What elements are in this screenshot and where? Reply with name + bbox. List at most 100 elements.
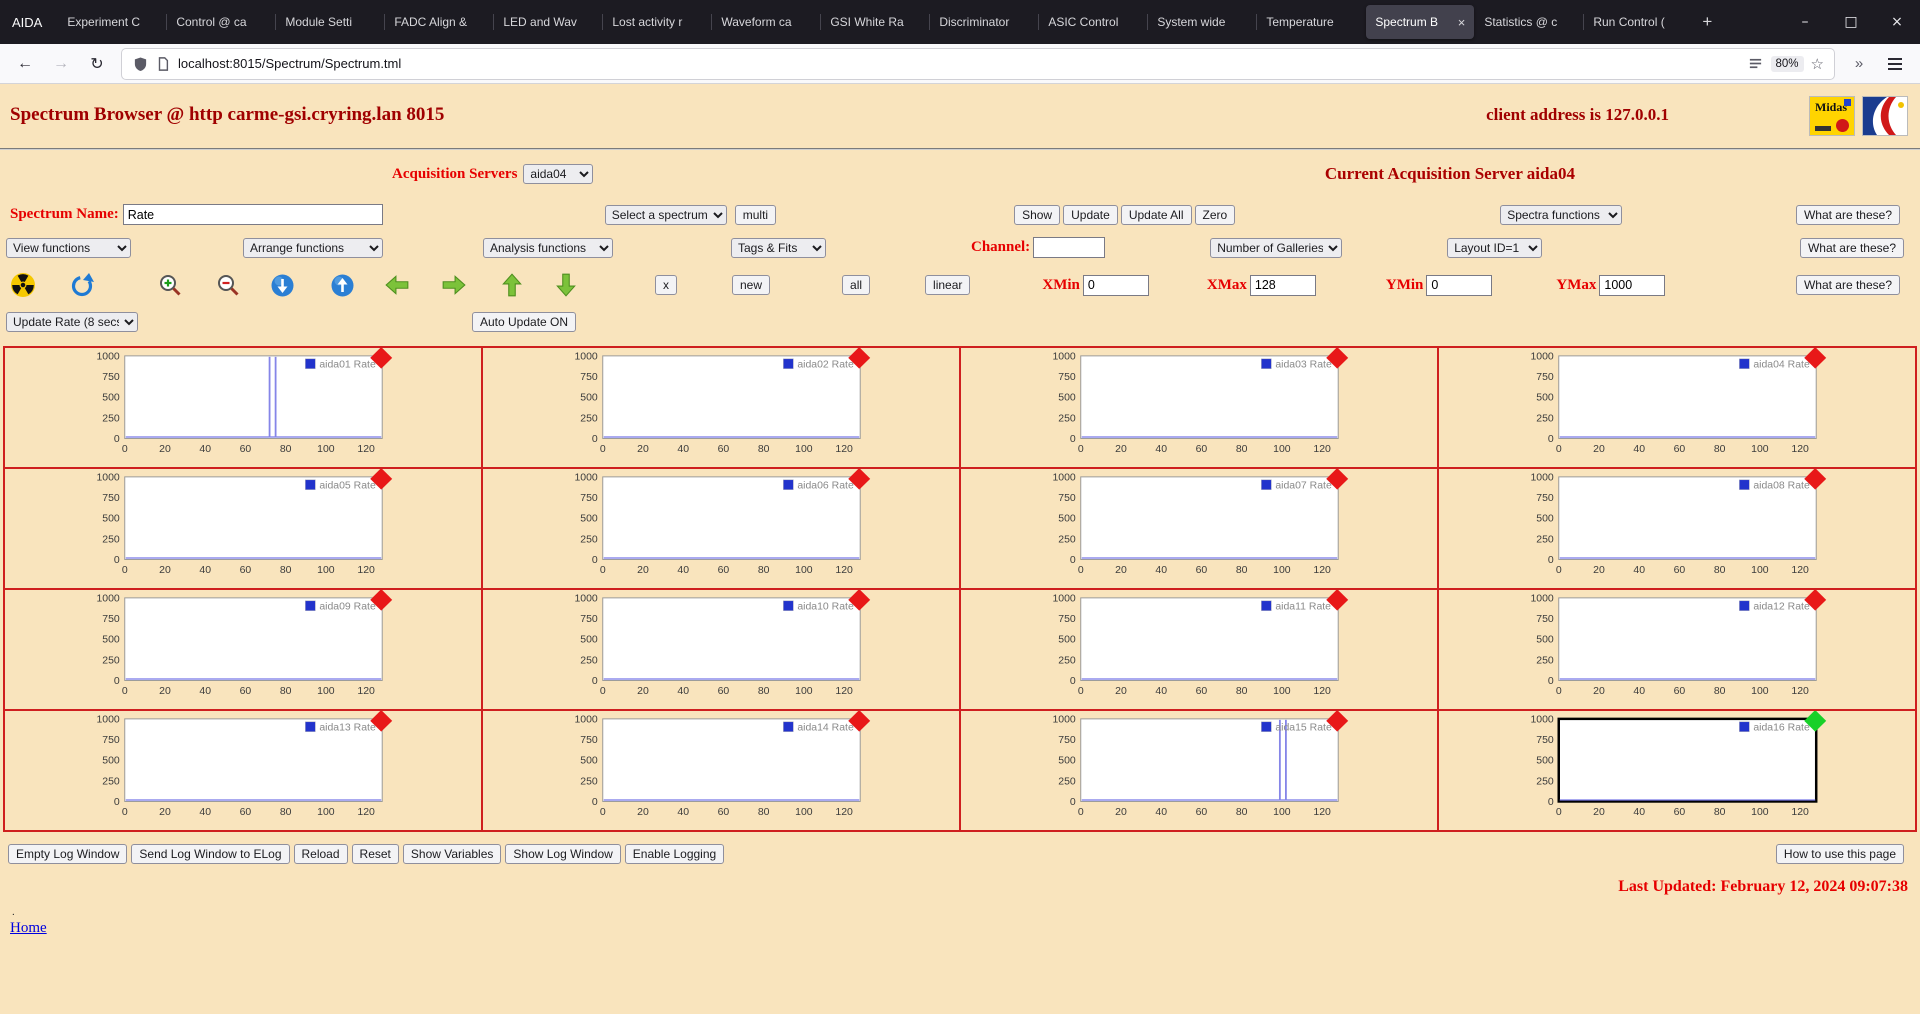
number-of-galleries-dropdown[interactable]: Number of Galleries: [1210, 238, 1342, 258]
page-info-icon[interactable]: [155, 56, 171, 72]
spectra-functions-dropdown[interactable]: Spectra functions: [1500, 205, 1622, 225]
reload-button[interactable]: Reload: [294, 844, 348, 864]
acquisition-server-select[interactable]: aida04: [523, 164, 593, 184]
close-icon[interactable]: ×: [1874, 0, 1920, 44]
arrow-up-circle-icon[interactable]: [329, 272, 355, 298]
new-button[interactable]: new: [732, 275, 770, 295]
enable-logging-button[interactable]: Enable Logging: [625, 844, 724, 864]
view-functions-dropdown[interactable]: View functions: [6, 238, 131, 258]
reader-mode-icon[interactable]: [1748, 56, 1764, 72]
browser-tab[interactable]: Run Control (: [1584, 5, 1692, 39]
shield-icon[interactable]: [132, 56, 148, 72]
maximize-icon[interactable]: □: [1828, 0, 1874, 44]
reload-icon[interactable]: ↻: [82, 50, 112, 78]
browser-tab[interactable]: Waveform ca: [712, 5, 820, 39]
home-link[interactable]: Home: [10, 920, 47, 937]
ymax-input[interactable]: [1599, 275, 1665, 296]
select-spectrum-dropdown[interactable]: Select a spectrum: [605, 205, 727, 225]
update-all-button[interactable]: Update All: [1121, 205, 1192, 225]
browser-tab[interactable]: Discriminator: [930, 5, 1038, 39]
browser-tab[interactable]: Lost activity r: [603, 5, 711, 39]
show-log-window-button[interactable]: Show Log Window: [505, 844, 620, 864]
browser-tab[interactable]: GSI White Ra: [821, 5, 929, 39]
spectrum-cell[interactable]: 02505007501000020406080100120aida08 Rate: [1438, 468, 1916, 589]
update-button[interactable]: Update: [1063, 205, 1118, 225]
arrow-left-icon[interactable]: [384, 272, 410, 298]
what-are-these-button-1[interactable]: What are these?: [1796, 205, 1900, 225]
bookmark-star-icon[interactable]: ☆: [1811, 55, 1824, 73]
spectrum-cell[interactable]: 02505007501000020406080100120aida12 Rate: [1438, 589, 1916, 710]
xmax-input[interactable]: [1250, 275, 1316, 296]
xmin-input[interactable]: [1083, 275, 1149, 296]
ymin-input[interactable]: [1426, 275, 1492, 296]
spectrum-cell[interactable]: 02505007501000020406080100120aida16 Rate: [1438, 710, 1916, 831]
address-bar[interactable]: localhost:8015/Spectrum/Spectrum.tml 80%…: [122, 49, 1834, 79]
show-variables-button[interactable]: Show Variables: [403, 844, 502, 864]
arrow-down-circle-icon[interactable]: [269, 272, 295, 298]
arrow-right-icon[interactable]: [441, 272, 467, 298]
overflow-chevron-icon[interactable]: »: [1844, 50, 1874, 78]
reset-button[interactable]: Reset: [352, 844, 399, 864]
legend-label: aida08 Rate: [1753, 481, 1810, 492]
legend-swatch: [305, 722, 315, 732]
arrange-functions-dropdown[interactable]: Arrange functions: [243, 238, 383, 258]
browser-tab[interactable]: FADC Align &: [385, 5, 493, 39]
what-are-these-button-3[interactable]: What are these?: [1796, 275, 1900, 295]
spectrum-cell[interactable]: 02505007501000020406080100120aida04 Rate: [1438, 347, 1916, 468]
browser-tab[interactable]: Temperature: [1257, 5, 1365, 39]
browser-tab[interactable]: Spectrum B×: [1366, 5, 1474, 39]
spectrum-cell[interactable]: 02505007501000020406080100120aida10 Rate: [482, 589, 960, 710]
zoom-level-button[interactable]: 80%: [1771, 56, 1804, 72]
spectrum-cell[interactable]: 02505007501000020406080100120aida09 Rate: [4, 589, 482, 710]
all-button[interactable]: all: [842, 275, 870, 295]
page-title: Spectrum Browser @ http carme-gsi.cryrin…: [10, 104, 444, 126]
x-button[interactable]: x: [655, 275, 677, 295]
spectrum-cell[interactable]: 02505007501000020406080100120aida05 Rate: [4, 468, 482, 589]
x-axis-label: 20: [637, 686, 649, 697]
how-to-use-button[interactable]: How to use this page: [1776, 844, 1904, 864]
browser-tab[interactable]: LED and Wav: [494, 5, 602, 39]
zoom-in-icon[interactable]: [157, 272, 183, 298]
zoom-out-icon[interactable]: [215, 272, 241, 298]
send-log-to-elog-button[interactable]: Send Log Window to ELog: [131, 844, 289, 864]
menu-icon[interactable]: [1880, 50, 1910, 78]
empty-log-window-button[interactable]: Empty Log Window: [8, 844, 127, 864]
spectrum-cell[interactable]: 02505007501000020406080100120aida02 Rate: [482, 347, 960, 468]
new-tab-button[interactable]: +: [1692, 7, 1722, 37]
refresh-icon[interactable]: [69, 272, 95, 298]
tags-fits-dropdown[interactable]: Tags & Fits: [731, 238, 826, 258]
show-button[interactable]: Show: [1014, 205, 1060, 225]
spectrum-cell[interactable]: 02505007501000020406080100120aida06 Rate: [482, 468, 960, 589]
spectrum-name-input[interactable]: [123, 204, 383, 225]
legend-swatch: [783, 722, 793, 732]
linear-button[interactable]: linear: [925, 275, 970, 295]
spectrum-cell[interactable]: 02505007501000020406080100120aida03 Rate: [960, 347, 1438, 468]
zero-button[interactable]: Zero: [1195, 205, 1236, 225]
auto-update-button[interactable]: Auto Update ON: [472, 312, 576, 332]
browser-tab[interactable]: Statistics @ c: [1475, 5, 1583, 39]
update-rate-dropdown[interactable]: Update Rate (8 secs): [6, 312, 138, 332]
back-icon[interactable]: ←: [10, 50, 40, 78]
layout-id-dropdown[interactable]: Layout ID=1: [1447, 238, 1542, 258]
spectrum-cell[interactable]: 02505007501000020406080100120aida07 Rate: [960, 468, 1438, 589]
browser-tab[interactable]: ASIC Control: [1039, 5, 1147, 39]
browser-tab[interactable]: Module Setti: [276, 5, 384, 39]
url-text[interactable]: localhost:8015/Spectrum/Spectrum.tml: [178, 56, 1741, 71]
tab-close-icon[interactable]: ×: [1458, 15, 1466, 30]
arrow-down-icon[interactable]: [555, 272, 577, 298]
spectrum-cell[interactable]: 02505007501000020406080100120aida11 Rate: [960, 589, 1438, 710]
arrow-up-icon[interactable]: [501, 272, 523, 298]
browser-tab[interactable]: System wide: [1148, 5, 1256, 39]
spectrum-cell[interactable]: 02505007501000020406080100120aida14 Rate: [482, 710, 960, 831]
multi-button[interactable]: multi: [735, 205, 776, 225]
what-are-these-button-2[interactable]: What are these?: [1800, 238, 1904, 258]
channel-input[interactable]: [1033, 237, 1105, 258]
spectrum-cell[interactable]: 02505007501000020406080100120aida15 Rate: [960, 710, 1438, 831]
minimize-icon[interactable]: –: [1782, 0, 1828, 44]
spectrum-cell[interactable]: 02505007501000020406080100120aida01 Rate: [4, 347, 482, 468]
browser-tab[interactable]: Experiment C: [58, 5, 166, 39]
analysis-functions-dropdown[interactable]: Analysis functions: [483, 238, 613, 258]
radiation-icon[interactable]: [10, 272, 36, 298]
spectrum-cell[interactable]: 02505007501000020406080100120aida13 Rate: [4, 710, 482, 831]
browser-tab[interactable]: Control @ ca: [167, 5, 275, 39]
